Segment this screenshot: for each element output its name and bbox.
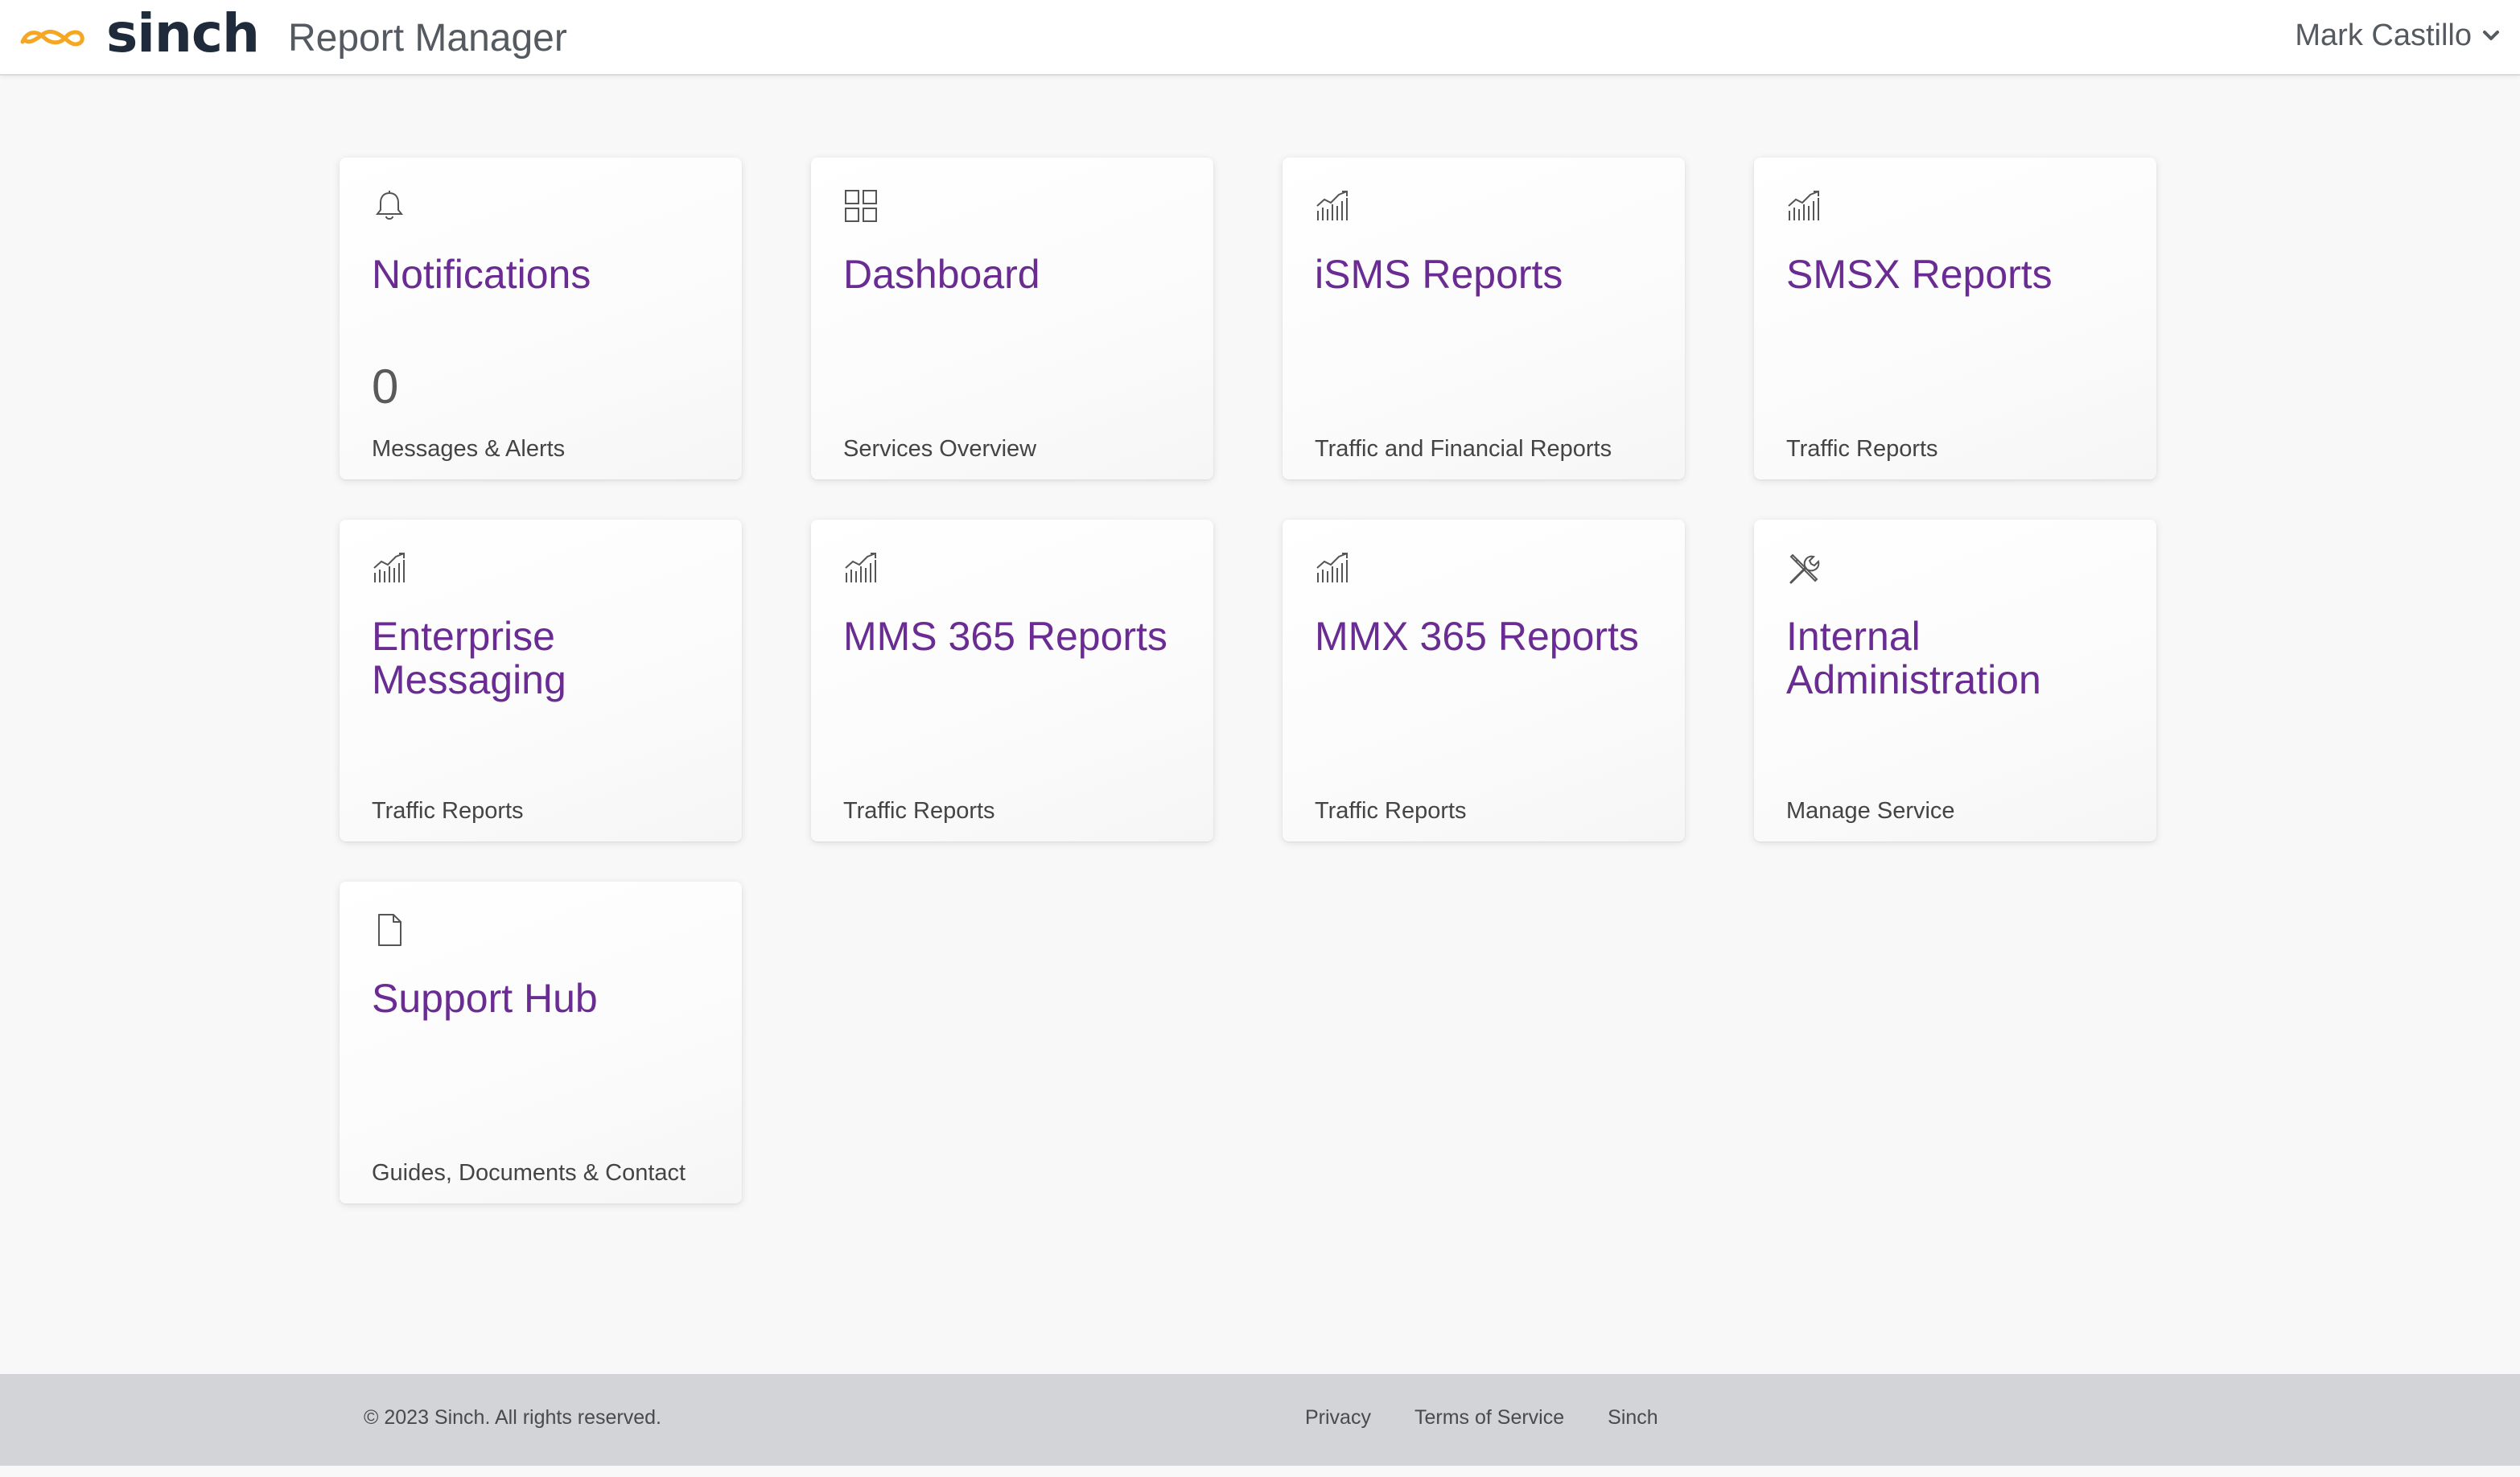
card-support-hub[interactable]: Support Hub Guides, Documents & Contact	[340, 882, 742, 1203]
chevron-down-icon[interactable]	[2481, 26, 2501, 45]
card-title: MMX 365 Reports	[1315, 614, 1639, 659]
chart-icon	[1788, 191, 1819, 220]
card-dashboard[interactable]: Dashboard Services Overview	[811, 158, 1213, 479]
bottom-strip	[0, 1466, 2520, 1477]
grid-icon	[845, 190, 877, 222]
card-subtitle: Traffic Reports	[1315, 798, 1467, 824]
notification-count: 0	[372, 360, 399, 413]
tools-icon	[1789, 553, 1820, 584]
card-isms-reports[interactable]: iSMS Reports Traffic and Financial Repor…	[1283, 158, 1685, 479]
card-title: Notifications	[372, 252, 591, 297]
card-subtitle: Guides, Documents & Contact	[372, 1160, 686, 1186]
card-title: Support Hub	[372, 976, 598, 1021]
card-enterprise-messaging[interactable]: Enterprise Messaging Traffic Reports	[340, 520, 742, 841]
card-subtitle: Traffic Reports	[843, 798, 995, 824]
card-notifications[interactable]: Notifications 0 Messages & Alerts	[340, 158, 742, 479]
footer-link-privacy[interactable]: Privacy	[1305, 1406, 1371, 1430]
document-icon	[378, 914, 401, 946]
top-navigation-bar: sinch Report Manager Mark Castillo	[0, 0, 2520, 76]
footer-link-terms[interactable]: Terms of Service	[1414, 1406, 1564, 1430]
card-subtitle: Messages & Alerts	[372, 436, 566, 462]
card-title: Dashboard	[843, 252, 1040, 297]
card-internal-administration[interactable]: Internal Administration Manage Service	[1754, 520, 2156, 841]
card-subtitle: Traffic and Financial Reports	[1315, 436, 1612, 462]
card-title: Internal Administration	[1786, 614, 2041, 702]
copyright-text: © 2023 Sinch. All rights reserved.	[364, 1406, 661, 1429]
chart-icon	[373, 553, 405, 582]
card-subtitle: Services Overview	[843, 436, 1037, 462]
card-title: Enterprise Messaging	[372, 614, 566, 702]
card-mms-365-reports[interactable]: MMS 365 Reports Traffic Reports	[811, 520, 1213, 841]
chart-icon	[1316, 553, 1348, 582]
page-footer: © 2023 Sinch. All rights reserved. Priva…	[0, 1374, 2520, 1466]
app-title: Report Manager	[288, 17, 567, 60]
card-mmx-365-reports[interactable]: MMX 365 Reports Traffic Reports	[1283, 520, 1685, 841]
card-subtitle: Traffic Reports	[372, 798, 524, 824]
footer-links: Privacy Terms of Service Sinch	[1305, 1406, 1658, 1430]
card-smsx-reports[interactable]: SMSX Reports Traffic Reports	[1754, 158, 2156, 479]
bell-icon	[375, 191, 404, 220]
card-title: SMSX Reports	[1786, 252, 2053, 297]
card-subtitle: Manage Service	[1786, 798, 1955, 824]
sinch-logo-text[interactable]: sinch	[106, 2, 260, 66]
report-cards-grid: Notifications 0 Messages & Alerts Dashbo…	[340, 158, 2156, 1203]
card-title: iSMS Reports	[1315, 252, 1563, 297]
user-name[interactable]: Mark Castillo	[2295, 19, 2472, 53]
chart-icon	[1316, 191, 1348, 220]
footer-link-sinch[interactable]: Sinch	[1608, 1406, 1658, 1430]
sinch-logo-icon[interactable]	[19, 21, 85, 53]
card-subtitle: Traffic Reports	[1786, 436, 1938, 462]
user-menu[interactable]: Mark Castillo	[2295, 11, 2501, 60]
card-title: MMS 365 Reports	[843, 614, 1167, 659]
chart-icon	[845, 553, 876, 582]
